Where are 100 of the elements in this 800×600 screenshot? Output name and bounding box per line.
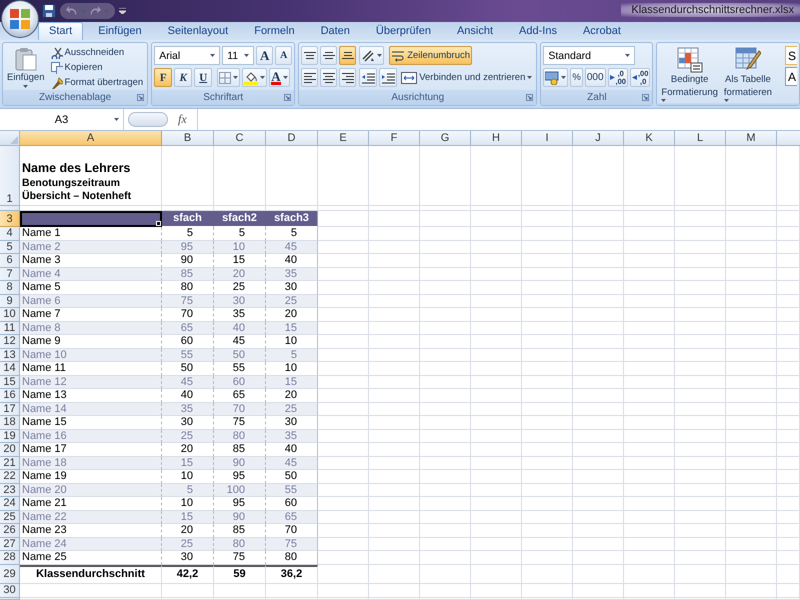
cut-button[interactable]: Ausschneiden (48, 46, 146, 60)
empty-cell[interactable] (624, 430, 675, 443)
empty-cell[interactable] (318, 206, 369, 211)
empty-cell[interactable] (522, 376, 573, 389)
empty-cell[interactable] (777, 389, 800, 402)
empty-cell[interactable] (624, 564, 675, 584)
empty-cell[interactable] (573, 268, 624, 281)
empty-cell[interactable] (369, 254, 420, 268)
empty-cell[interactable] (420, 348, 471, 362)
empty-cell[interactable] (726, 524, 777, 538)
empty-cell[interactable] (573, 538, 624, 551)
empty-cell[interactable] (369, 402, 420, 416)
empty-cell[interactable] (675, 416, 726, 430)
empty-cell[interactable] (624, 551, 675, 564)
empty-cell[interactable] (726, 362, 777, 376)
empty-cell[interactable] (777, 524, 800, 538)
empty-cell[interactable] (777, 348, 800, 362)
empty-cell[interactable] (624, 376, 675, 389)
empty-cell[interactable] (675, 524, 726, 538)
empty-cell[interactable] (675, 430, 726, 443)
row-number[interactable]: 10 (0, 308, 20, 322)
empty-cell[interactable] (726, 538, 777, 551)
empty-cell[interactable] (522, 402, 573, 416)
column-header[interactable]: K (624, 131, 675, 146)
empty-cell[interactable] (624, 598, 675, 600)
empty-cell[interactable] (369, 456, 420, 470)
empty-cell[interactable] (573, 308, 624, 322)
empty-cell[interactable] (777, 294, 800, 308)
empty-cell[interactable] (624, 524, 675, 538)
ribbon-tab[interactable]: Acrobat (572, 22, 632, 40)
empty-cell[interactable] (420, 430, 471, 443)
ribbon-tab[interactable]: Seitenlayout (156, 22, 240, 40)
empty-cell[interactable] (624, 584, 675, 598)
empty-cell[interactable] (624, 497, 675, 510)
empty-cell[interactable] (420, 240, 471, 254)
column-header[interactable]: D (266, 131, 318, 146)
undo-icon[interactable] (66, 5, 78, 17)
empty-cell[interactable] (726, 348, 777, 362)
empty-cell[interactable] (420, 551, 471, 564)
empty-cell[interactable] (624, 308, 675, 322)
empty-cell[interactable] (369, 484, 420, 497)
row-number[interactable]: 11 (0, 322, 20, 335)
empty-cell[interactable] (522, 484, 573, 497)
empty-cell[interactable] (369, 376, 420, 389)
empty-cell[interactable] (522, 211, 573, 227)
empty-cell[interactable] (624, 294, 675, 308)
row-number[interactable]: 16 (0, 389, 20, 402)
row-number[interactable]: 15 (0, 376, 20, 389)
empty-cell[interactable] (573, 206, 624, 211)
empty-cell[interactable] (573, 584, 624, 598)
empty-cell[interactable] (777, 376, 800, 389)
empty-cell[interactable] (675, 564, 726, 584)
shrink-font-button[interactable]: A (275, 46, 292, 65)
empty-cell[interactable] (573, 389, 624, 402)
empty-cell[interactable] (624, 322, 675, 335)
select-all-icon[interactable] (10, 136, 18, 144)
empty-cell[interactable] (726, 322, 777, 335)
empty-cell[interactable] (573, 497, 624, 510)
empty-cell[interactable] (726, 598, 777, 600)
column-header[interactable]: G (420, 131, 471, 146)
empty-cell[interactable] (471, 281, 522, 294)
column-header[interactable]: I (522, 131, 573, 146)
empty-cell[interactable] (266, 584, 318, 598)
empty-cell[interactable] (420, 254, 471, 268)
empty-cell[interactable] (522, 456, 573, 470)
empty-cell[interactable] (624, 538, 675, 551)
column-header[interactable]: J (573, 131, 624, 146)
empty-cell[interactable] (675, 598, 726, 600)
empty-cell[interactable] (471, 322, 522, 335)
thousands-button[interactable]: 000 (584, 68, 606, 87)
empty-cell[interactable] (420, 376, 471, 389)
wrap-text-button[interactable]: Zeilenumbruch (389, 46, 472, 65)
empty-cell[interactable] (675, 510, 726, 524)
empty-cell[interactable] (726, 240, 777, 254)
ribbon-tab[interactable]: Formeln (243, 22, 306, 40)
empty-cell[interactable] (420, 362, 471, 376)
empty-cell[interactable] (777, 240, 800, 254)
row-number[interactable]: 23 (0, 484, 20, 497)
empty-cell[interactable] (369, 268, 420, 281)
align-middle-button[interactable] (320, 46, 338, 65)
empty-cell[interactable] (471, 524, 522, 538)
empty-cell[interactable] (624, 240, 675, 254)
row-number[interactable]: 13 (0, 348, 20, 362)
empty-cell[interactable] (726, 376, 777, 389)
empty-cell[interactable] (675, 484, 726, 497)
empty-cell[interactable] (726, 294, 777, 308)
empty-cell[interactable] (471, 402, 522, 416)
empty-cell[interactable] (726, 308, 777, 322)
empty-cell[interactable] (675, 335, 726, 348)
empty-cell[interactable] (420, 456, 471, 470)
empty-cell[interactable] (522, 362, 573, 376)
empty-cell[interactable] (420, 524, 471, 538)
empty-cell[interactable] (726, 443, 777, 456)
empty-cell[interactable] (522, 470, 573, 484)
empty-cell[interactable] (675, 268, 726, 281)
empty-cell[interactable] (471, 551, 522, 564)
empty-cell[interactable] (573, 416, 624, 430)
empty-cell[interactable] (369, 416, 420, 430)
empty-cell[interactable] (214, 584, 266, 598)
row-number[interactable]: 25 (0, 510, 20, 524)
